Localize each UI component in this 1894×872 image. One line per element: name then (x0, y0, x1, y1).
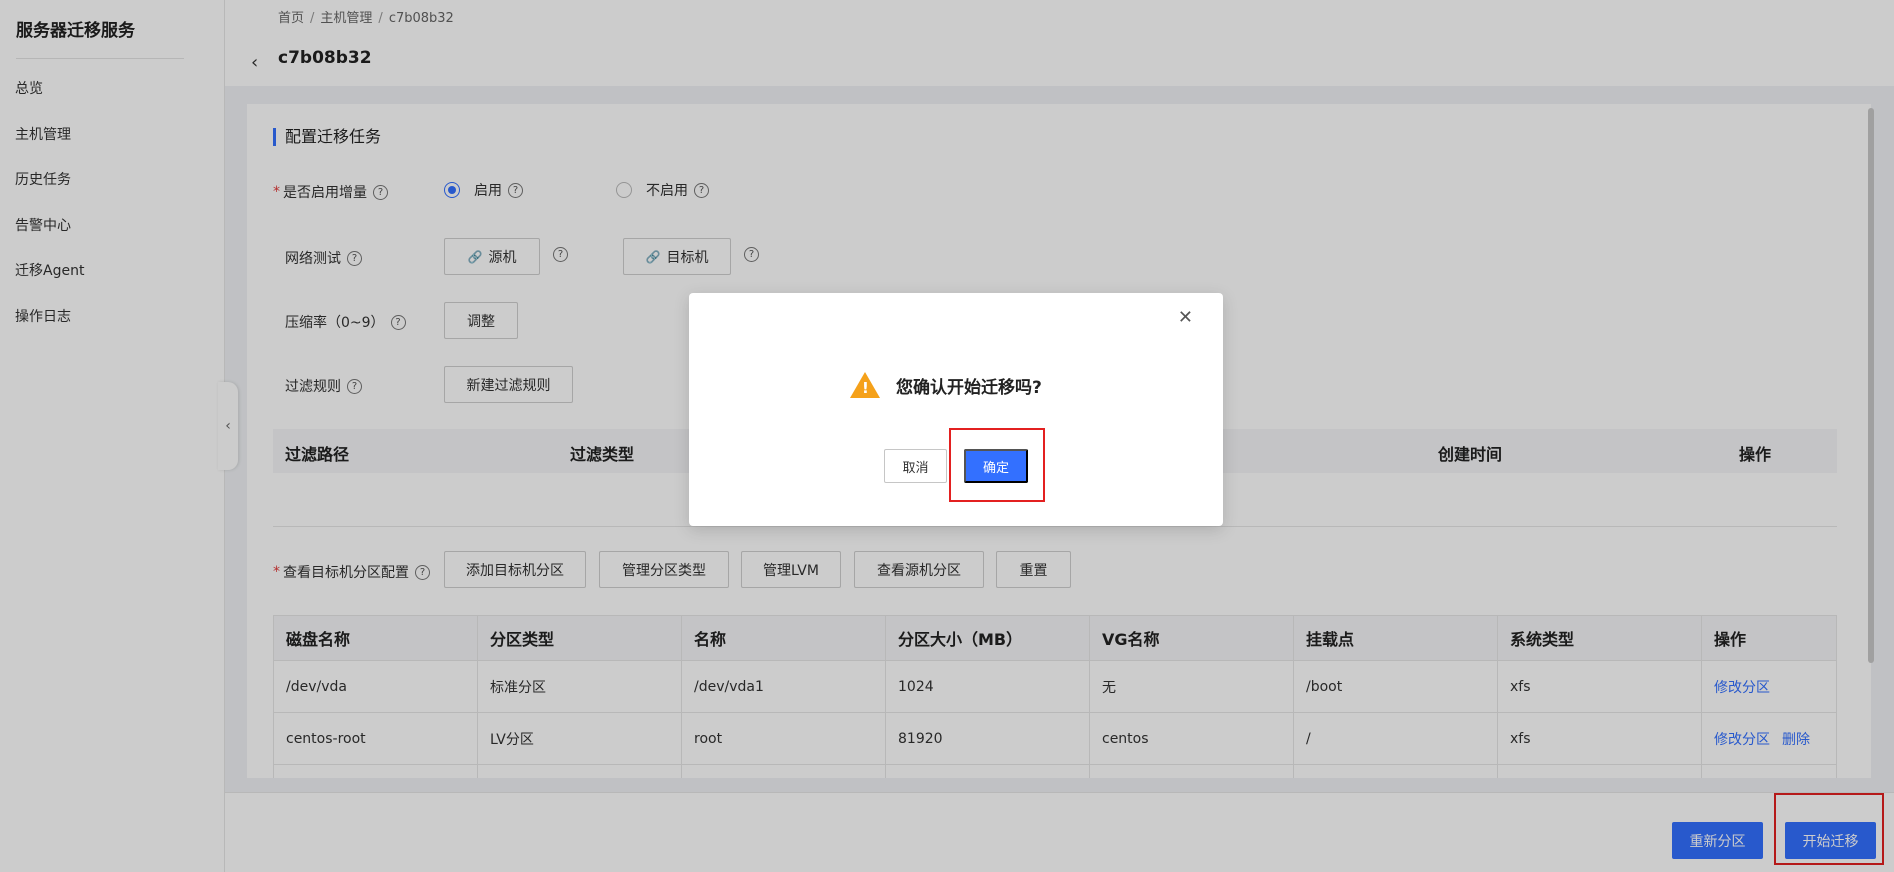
close-icon[interactable]: ✕ (1178, 307, 1193, 328)
dialog-message: 您确认开始迁移吗? (896, 377, 1042, 398)
cancel-button[interactable]: 取消 (884, 449, 947, 483)
dialog-body: ! 您确认开始迁移吗? (850, 372, 1042, 398)
warning-icon: ! (850, 372, 880, 398)
confirm-dialog: ✕ ! 您确认开始迁移吗? 取消 确定 (689, 293, 1223, 526)
highlight-box (949, 428, 1045, 502)
